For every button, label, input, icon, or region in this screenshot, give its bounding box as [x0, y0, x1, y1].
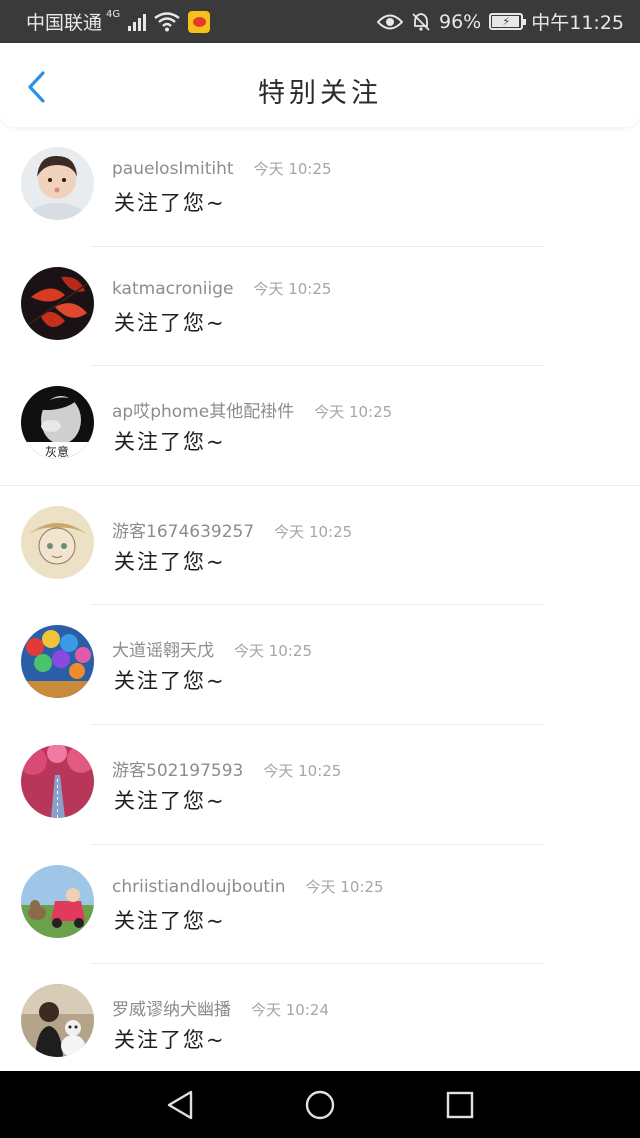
timestamp: 今天 10:25	[274, 522, 353, 541]
system-nav-bar	[0, 1071, 640, 1138]
list-item[interactable]: katmacroniige 今天 10:25 关注了您~	[0, 247, 640, 367]
item-meta: katmacroniige 今天 10:25	[112, 278, 331, 299]
username[interactable]: 游客502197593	[112, 756, 243, 781]
notification-message: 关注了您~	[114, 430, 226, 455]
list-item[interactable]: 大道谣翱天戊 今天 10:25 关注了您~	[0, 605, 640, 725]
username[interactable]: ap哎phome其他配褂件	[112, 397, 294, 422]
username[interactable]: katmacroniige	[112, 279, 233, 299]
list-item[interactable]: 游客1674639257 今天 10:25 关注了您~	[0, 486, 640, 606]
page-title: 特别关注	[258, 78, 382, 109]
item-meta: 罗威谬纳犬幽播 今天 10:24	[112, 995, 329, 1020]
list-item[interactable]: 罗威谬纳犬幽播 今天 10:24 关注了您~	[0, 964, 640, 1084]
timestamp: 今天 10:25	[253, 279, 332, 298]
item-meta: pauelosImitiht 今天 10:25	[112, 158, 332, 179]
signal-icon	[128, 13, 147, 31]
nav-home-button[interactable]	[298, 1083, 342, 1127]
status-right: 96% ⚡ 中午11:25	[377, 8, 624, 35]
timestamp: 今天 10:24	[251, 1001, 329, 1020]
clock: 中午11:25	[531, 12, 624, 34]
item-meta: 游客1674639257 今天 10:25	[112, 517, 352, 542]
avatar[interactable]	[21, 864, 94, 938]
timestamp: 今天 10:25	[314, 403, 393, 422]
notification-message: 关注了您~	[114, 310, 226, 335]
list-item[interactable]: pauelosImitiht 今天 10:25 关注了您~	[0, 127, 640, 247]
notification-message: 关注了您~	[114, 549, 226, 574]
follow-notification-list: pauelosImitiht 今天 10:25 关注了您~ katmacroni…	[0, 127, 640, 1084]
timestamp: 今天 10:25	[305, 877, 384, 896]
item-meta: ap哎phome其他配褂件 今天 10:25	[112, 397, 392, 422]
avatar[interactable]: 灰意	[21, 386, 94, 460]
nav-back-button[interactable]	[158, 1083, 202, 1127]
nav-recents-button[interactable]	[438, 1083, 482, 1127]
battery-percent: 96%	[439, 10, 482, 33]
notification-message: 关注了您~	[114, 788, 226, 813]
notification-message: 关注了您~	[114, 669, 226, 694]
notification-message: 关注了您~	[114, 191, 226, 215]
avatar[interactable]	[21, 984, 94, 1058]
timestamp: 今天 10:25	[263, 761, 342, 780]
timestamp: 今天 10:25	[253, 160, 332, 178]
weibo-notification-icon	[188, 10, 211, 33]
status-bar: 中国联通 4G 96% ⚡ 中午11:25	[0, 0, 640, 43]
username[interactable]: chriistiandloujboutin	[112, 877, 286, 897]
avatar[interactable]	[21, 744, 94, 818]
square-recents-icon	[446, 1091, 474, 1118]
app-header: 特别关注	[0, 43, 640, 127]
avatar[interactable]	[21, 625, 94, 699]
network-type: 4G	[106, 9, 121, 20]
circle-home-icon	[305, 1090, 335, 1119]
avatar[interactable]	[21, 147, 94, 220]
carrier-label: 中国联通	[26, 12, 103, 34]
bell-muted-icon	[412, 12, 430, 31]
list-item[interactable]: 灰意 ap哎phome其他配褂件 今天 10:25 关注了您~	[0, 366, 640, 486]
eye-icon	[377, 14, 403, 29]
list-item[interactable]: chriistiandloujboutin 今天 10:25 关注了您~	[0, 845, 640, 965]
avatar[interactable]	[21, 266, 94, 340]
username[interactable]: 大道谣翱天戊	[112, 636, 214, 661]
avatar[interactable]	[21, 505, 94, 579]
avatar-overlay-text: 灰意	[45, 444, 69, 459]
item-meta: 大道谣翱天戊 今天 10:25	[112, 636, 312, 661]
timestamp: 今天 10:25	[234, 642, 312, 661]
list-item[interactable]: 游客502197593 今天 10:25 关注了您~	[0, 725, 640, 845]
wifi-icon	[154, 11, 180, 31]
triangle-back-icon	[167, 1090, 193, 1119]
notification-message: 关注了您~	[114, 908, 226, 933]
item-meta: chriistiandloujboutin 今天 10:25	[112, 876, 384, 897]
username[interactable]: 游客1674639257	[112, 517, 254, 542]
item-meta: 游客502197593 今天 10:25	[112, 756, 341, 781]
username[interactable]: 罗威谬纳犬幽播	[112, 995, 231, 1020]
status-left: 中国联通 4G	[26, 8, 211, 35]
username[interactable]: pauelosImitiht	[112, 159, 234, 179]
notification-message: 关注了您~	[114, 1028, 226, 1053]
battery-icon: ⚡	[489, 13, 527, 30]
